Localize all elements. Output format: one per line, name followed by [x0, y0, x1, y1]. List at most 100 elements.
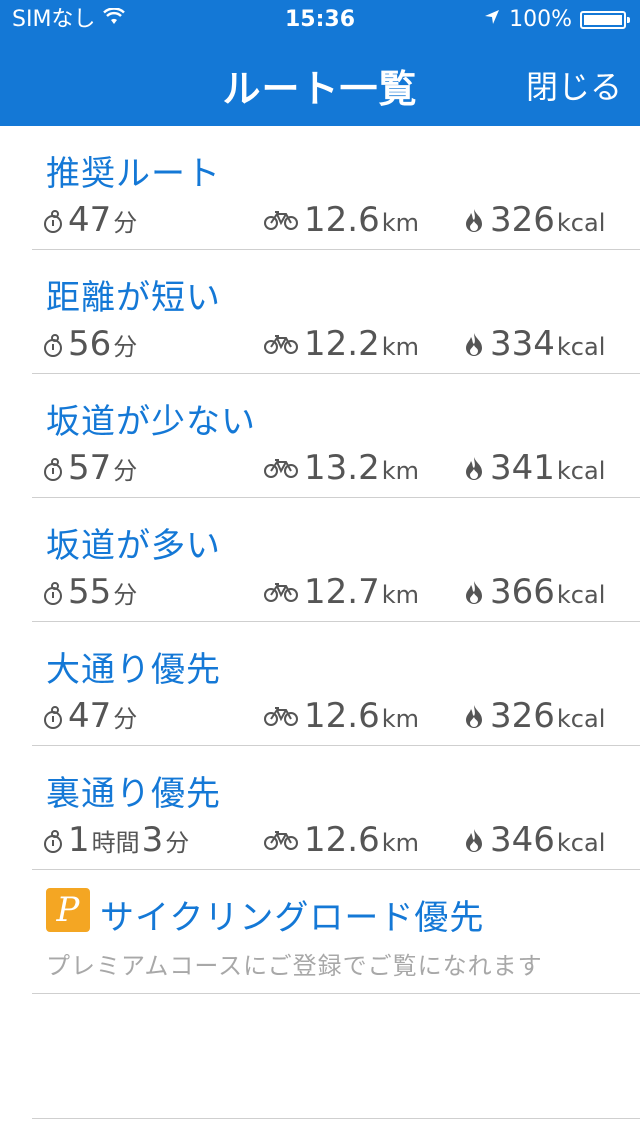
flame-icon — [464, 332, 484, 356]
calorie-metric: 326 kcal — [464, 200, 607, 240]
distance-unit: km — [381, 333, 419, 361]
time-value: 57 — [68, 448, 112, 488]
bicycle-icon — [264, 334, 298, 354]
route-row-back-streets[interactable]: 裏通り優先 1 時間 3 分 12.6 km 346 kcal — [32, 746, 640, 870]
distance-unit: km — [381, 581, 419, 609]
time-unit: 分 — [113, 705, 138, 733]
time-metric: 47 分 — [44, 200, 139, 240]
premium-notice: プレミアムコースにご登録でご覧になれます — [46, 952, 543, 980]
calorie-value: 326 — [490, 696, 555, 736]
distance-metric: 12.6 km — [264, 696, 421, 736]
flame-icon — [464, 580, 484, 604]
route-metrics: 47 分 12.6 km 326 kcal — [32, 696, 640, 740]
stopwatch-icon — [44, 458, 62, 481]
battery-icon — [580, 11, 630, 29]
time-value: 3 — [141, 820, 164, 860]
calorie-value: 366 — [490, 572, 555, 612]
time-unit: 分 — [113, 209, 138, 237]
time-unit: 分 — [113, 457, 138, 485]
bicycle-icon — [264, 582, 298, 602]
route-metrics: 55 分 12.7 km 366 kcal — [32, 572, 640, 616]
distance-metric: 12.6 km — [264, 820, 421, 860]
status-bar: SIMなし 15:36 100% — [0, 0, 640, 40]
flame-icon — [464, 456, 484, 480]
calorie-unit: kcal — [556, 333, 606, 361]
route-metrics: 1 時間 3 分 12.6 km 346 kcal — [32, 820, 640, 864]
distance-unit: km — [381, 457, 419, 485]
stopwatch-icon — [44, 582, 62, 605]
time-value: 55 — [68, 572, 112, 612]
location-arrow-icon — [483, 0, 501, 40]
calorie-unit: kcal — [556, 581, 606, 609]
calorie-value: 346 — [490, 820, 555, 860]
bicycle-icon — [264, 210, 298, 230]
time-value: 56 — [68, 324, 112, 364]
calorie-metric: 346 kcal — [464, 820, 607, 860]
bicycle-icon — [264, 458, 298, 478]
calorie-unit: kcal — [556, 209, 606, 237]
route-name: 距離が短い — [46, 278, 221, 318]
calorie-unit: kcal — [556, 705, 606, 733]
distance-unit: km — [381, 705, 419, 733]
battery-percent: 100% — [509, 7, 572, 32]
route-name: 裏通り優先 — [46, 774, 221, 814]
time-metric: 55 分 — [44, 572, 139, 612]
flame-icon — [464, 208, 484, 232]
route-name: 坂道が少ない — [46, 402, 256, 442]
route-name: 坂道が多い — [46, 526, 221, 566]
route-metrics: 57 分 13.2 km 341 kcal — [32, 448, 640, 492]
time-unit: 分 — [165, 829, 190, 857]
time-value: 47 — [68, 200, 112, 240]
close-button[interactable]: 閉じる — [526, 62, 622, 108]
route-list: 推奨ルート 47 分 12.6 km 326 kcal 距離が短い 56 分 1… — [0, 126, 640, 994]
bicycle-icon — [264, 830, 298, 850]
route-name: 大通り優先 — [46, 650, 221, 690]
route-metrics: 47 分 12.6 km 326 kcal — [32, 200, 640, 244]
time-metric: 56 分 — [44, 324, 139, 364]
time-metric: 57 分 — [44, 448, 139, 488]
route-row-more-slopes[interactable]: 坂道が多い 55 分 12.7 km 366 kcal — [32, 498, 640, 622]
premium-route-name: サイクリングロード優先 — [100, 898, 485, 938]
distance-metric: 12.7 km — [264, 572, 421, 612]
premium-badge-icon: P — [46, 888, 90, 932]
calorie-metric: 334 kcal — [464, 324, 607, 364]
flame-icon — [464, 828, 484, 852]
route-row-recommended[interactable]: 推奨ルート 47 分 12.6 km 326 kcal — [32, 126, 640, 250]
stopwatch-icon — [44, 706, 62, 729]
distance-metric: 12.2 km — [264, 324, 421, 364]
route-row-main-roads[interactable]: 大通り優先 47 分 12.6 km 326 kcal — [32, 622, 640, 746]
time-hours-value: 1 — [68, 820, 90, 860]
route-metrics: 56 分 12.2 km 334 kcal — [32, 324, 640, 368]
calorie-unit: kcal — [556, 457, 606, 485]
distance-value: 12.6 — [304, 696, 380, 736]
distance-value: 12.6 — [304, 820, 380, 860]
bicycle-icon — [264, 706, 298, 726]
distance-value: 12.6 — [304, 200, 380, 240]
route-row-shortest[interactable]: 距離が短い 56 分 12.2 km 334 kcal — [32, 250, 640, 374]
distance-unit: km — [381, 829, 419, 857]
stopwatch-icon — [44, 334, 62, 357]
time-hours-unit: 時間 — [91, 829, 140, 857]
distance-metric: 12.6 km — [264, 200, 421, 240]
time-unit: 分 — [113, 581, 138, 609]
stopwatch-icon — [44, 210, 62, 233]
navigation-bar: ルート一覧 閉じる — [0, 40, 640, 126]
time-metric: 47 分 — [44, 696, 139, 736]
distance-metric: 13.2 km — [264, 448, 421, 488]
calorie-unit: kcal — [556, 829, 606, 857]
distance-value: 12.7 — [304, 572, 380, 612]
route-name: 推奨ルート — [46, 154, 221, 194]
calorie-value: 341 — [490, 448, 555, 488]
distance-value: 12.2 — [304, 324, 380, 364]
calorie-metric: 326 kcal — [464, 696, 607, 736]
stopwatch-icon — [44, 830, 62, 853]
route-row-fewer-slopes[interactable]: 坂道が少ない 57 分 13.2 km 341 kcal — [32, 374, 640, 498]
time-value: 47 — [68, 696, 112, 736]
distance-unit: km — [381, 209, 419, 237]
time-metric: 1 時間 3 分 — [44, 820, 191, 860]
calorie-metric: 366 kcal — [464, 572, 607, 612]
distance-value: 13.2 — [304, 448, 380, 488]
calorie-metric: 341 kcal — [464, 448, 607, 488]
bottom-divider — [32, 1118, 640, 1119]
premium-route-row[interactable]: P サイクリングロード優先 プレミアムコースにご登録でご覧になれます — [32, 870, 640, 994]
